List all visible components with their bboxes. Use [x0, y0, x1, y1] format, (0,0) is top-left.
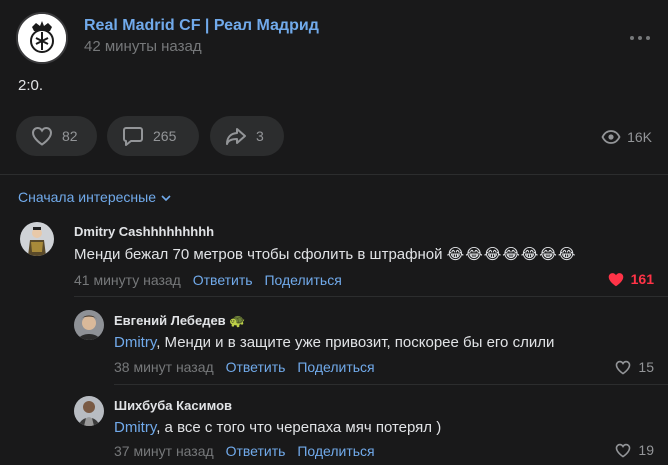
mention-link[interactable]: Dmitry [114, 334, 156, 351]
comment-text: Dmitry, а все с того что черепаха мяч по… [114, 419, 441, 436]
comment-time[interactable]: 38 минут назад [114, 359, 214, 375]
views-counter: 16K [601, 127, 652, 147]
comment-text: Dmitry, Менди и в защите уже привозит, п… [114, 334, 554, 351]
comment-separator [74, 296, 668, 297]
heart-outline-icon [31, 126, 53, 146]
more-horizontal-icon[interactable] [628, 32, 652, 44]
reply-button[interactable]: Ответить [193, 272, 253, 288]
comment-like-count: 161 [630, 271, 654, 287]
comment-body: , а все с того что черепаха мяч потерял … [156, 419, 442, 436]
share-comment-button[interactable]: Поделиться [297, 359, 374, 375]
comment-item: Dmitry Cashhhhhhhhh Менди бежал 70 метро… [0, 222, 668, 292]
post-text: 2:0. [18, 77, 44, 94]
post-header: Real Madrid CF | Реал Мадрид 42 минуты н… [16, 12, 652, 64]
comment-like-button[interactable]: 15 [614, 359, 654, 375]
comment-reply-item: Евгений Лебедев 🐢 Dmitry, Менди и в защи… [0, 308, 668, 380]
community-name[interactable]: Real Madrid CF | Реал Мадрид [84, 17, 319, 35]
comment-meta: 41 минуту назад Ответить Поделиться [74, 272, 342, 288]
share-count: 3 [256, 128, 264, 144]
share-comment-button[interactable]: Поделиться [264, 272, 341, 288]
comment-author[interactable]: Dmitry Cashhhhhhhhh [74, 224, 214, 239]
comment-author[interactable]: Шихбуба Касимов [114, 398, 232, 413]
comment-time[interactable]: 37 минут назад [114, 443, 214, 459]
chevron-down-icon [161, 195, 171, 202]
eye-icon [601, 130, 621, 144]
post-actions: 82 265 3 16K [16, 116, 652, 156]
mention-link[interactable]: Dmitry [114, 419, 156, 436]
comment-like-count: 15 [638, 359, 654, 375]
share-arrow-icon [226, 128, 246, 145]
comment-like-button[interactable]: 161 [607, 271, 654, 287]
comment-meta: 38 минут назад Ответить Поделиться [114, 359, 375, 375]
reply-button[interactable]: Ответить [226, 359, 286, 375]
turtle-badge-icon: 🐢 [229, 313, 246, 328]
like-count: 82 [62, 128, 78, 144]
sort-label: Сначала интересные [18, 189, 156, 205]
share-button[interactable]: 3 [210, 116, 284, 156]
real-madrid-crest-icon [18, 14, 66, 62]
views-count: 16K [627, 129, 652, 145]
comment-like-button[interactable]: 19 [614, 442, 654, 458]
comment-count: 265 [153, 128, 177, 144]
comment-body: Менди бежал 70 метров чтобы сфолить в шт… [74, 246, 443, 263]
comment-separator [114, 384, 668, 385]
heart-filled-icon [608, 273, 623, 287]
post-time[interactable]: 42 минуты назад [84, 38, 202, 55]
comment-like-count: 19 [638, 442, 654, 458]
comment-meta: 37 минут назад Ответить Поделиться [114, 443, 375, 459]
heart-outline-icon [616, 360, 631, 375]
comment-author[interactable]: Евгений Лебедев 🐢 [114, 313, 245, 329]
commenter-avatar[interactable] [74, 310, 104, 340]
user-photo-icon [20, 222, 54, 256]
community-avatar[interactable] [16, 12, 68, 64]
user-photo-icon [74, 396, 104, 426]
heart-outline-icon [616, 443, 631, 458]
reply-button[interactable]: Ответить [226, 443, 286, 459]
comment-body: , Менди и в защите уже привозит, поскоре… [156, 334, 555, 351]
commenter-avatar[interactable] [74, 396, 104, 426]
divider [0, 174, 668, 175]
comment-button[interactable]: 265 [107, 116, 199, 156]
comments-sort-dropdown[interactable]: Сначала интересные [18, 189, 172, 205]
user-photo-icon [74, 310, 104, 340]
comment-time[interactable]: 41 минуту назад [74, 272, 181, 288]
commenter-avatar[interactable] [20, 222, 54, 256]
comment-icon [123, 127, 143, 146]
share-comment-button[interactable]: Поделиться [297, 443, 374, 459]
like-button[interactable]: 82 [16, 116, 97, 156]
comment-text: Менди бежал 70 метров чтобы сфолить в шт… [74, 245, 576, 263]
laughing-emoji-icon: 😂😂😂😂😂😂😂 [446, 246, 577, 263]
comment-reply-item: Шихбуба Касимов Dmitry, а все с того что… [0, 394, 668, 465]
